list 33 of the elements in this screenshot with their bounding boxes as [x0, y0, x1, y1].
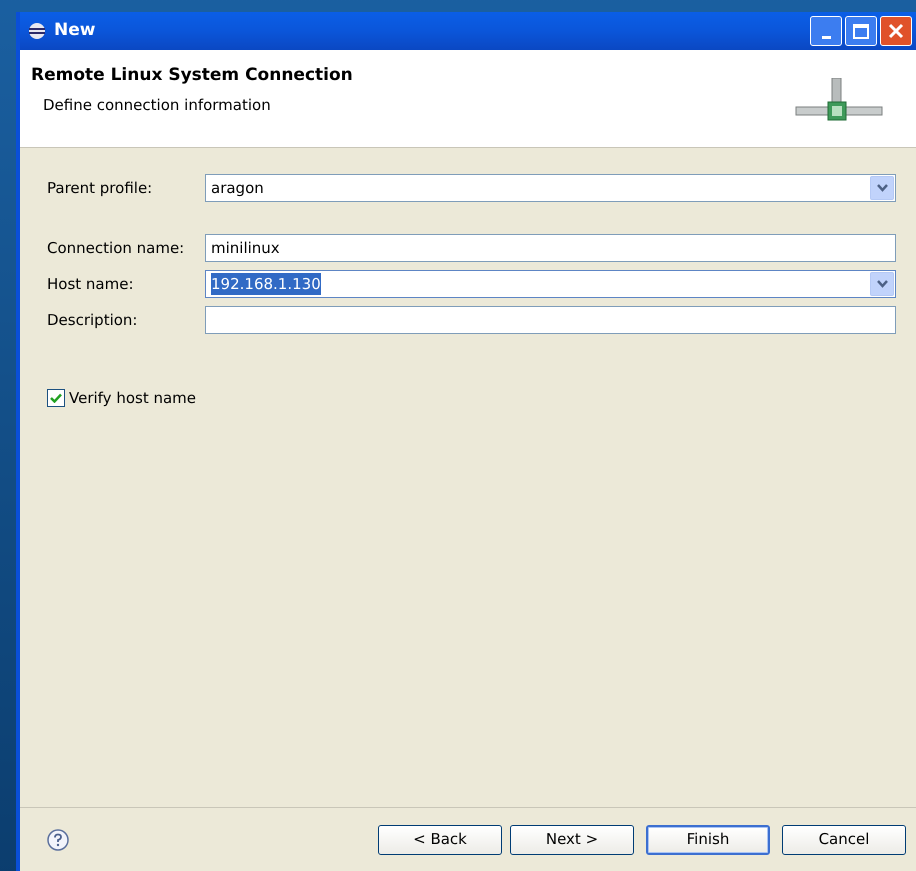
- checkmark-icon: [50, 393, 62, 404]
- field-value: minilinux: [211, 238, 280, 259]
- chevron-down-icon: [876, 280, 888, 288]
- maximize-button[interactable]: [845, 16, 877, 46]
- input-field[interactable]: [205, 306, 896, 334]
- field-label: Connection name:: [47, 238, 186, 259]
- checkbox-label: Verify host name: [69, 388, 196, 409]
- field-value: 192.168.1.130: [211, 272, 321, 296]
- combo-box[interactable]: aragon: [205, 174, 896, 202]
- chevron-down-icon: [876, 184, 888, 192]
- dialog-button[interactable]: < Back: [378, 824, 502, 854]
- dropdown-button[interactable]: [870, 272, 894, 296]
- minimize-icon: [822, 36, 830, 39]
- window-title: New: [54, 19, 96, 42]
- close-icon: [888, 23, 904, 39]
- close-button[interactable]: [880, 16, 912, 46]
- eclipse-logo-icon: [28, 22, 46, 40]
- page-subtitle: Define connection information: [43, 94, 272, 116]
- help-icon[interactable]: [46, 828, 70, 852]
- combo-box[interactable]: 192.168.1.130: [205, 270, 896, 298]
- field-label: Host name:: [47, 274, 135, 295]
- minimize-button[interactable]: [810, 16, 842, 46]
- dialog-button[interactable]: Next >: [510, 824, 634, 854]
- dialog-button[interactable]: Cancel: [782, 824, 906, 854]
- dropdown-button[interactable]: [870, 176, 894, 200]
- field-label: Parent profile:: [47, 178, 154, 199]
- maximize-icon: [853, 24, 869, 38]
- field-value: aragon: [211, 178, 264, 199]
- field-label: Description:: [47, 310, 138, 331]
- dialog-button[interactable]: Finish: [646, 824, 770, 854]
- checkbox[interactable]: [47, 389, 65, 408]
- input-field[interactable]: minilinux: [205, 234, 896, 262]
- page-title: Remote Linux System Connection: [31, 64, 353, 87]
